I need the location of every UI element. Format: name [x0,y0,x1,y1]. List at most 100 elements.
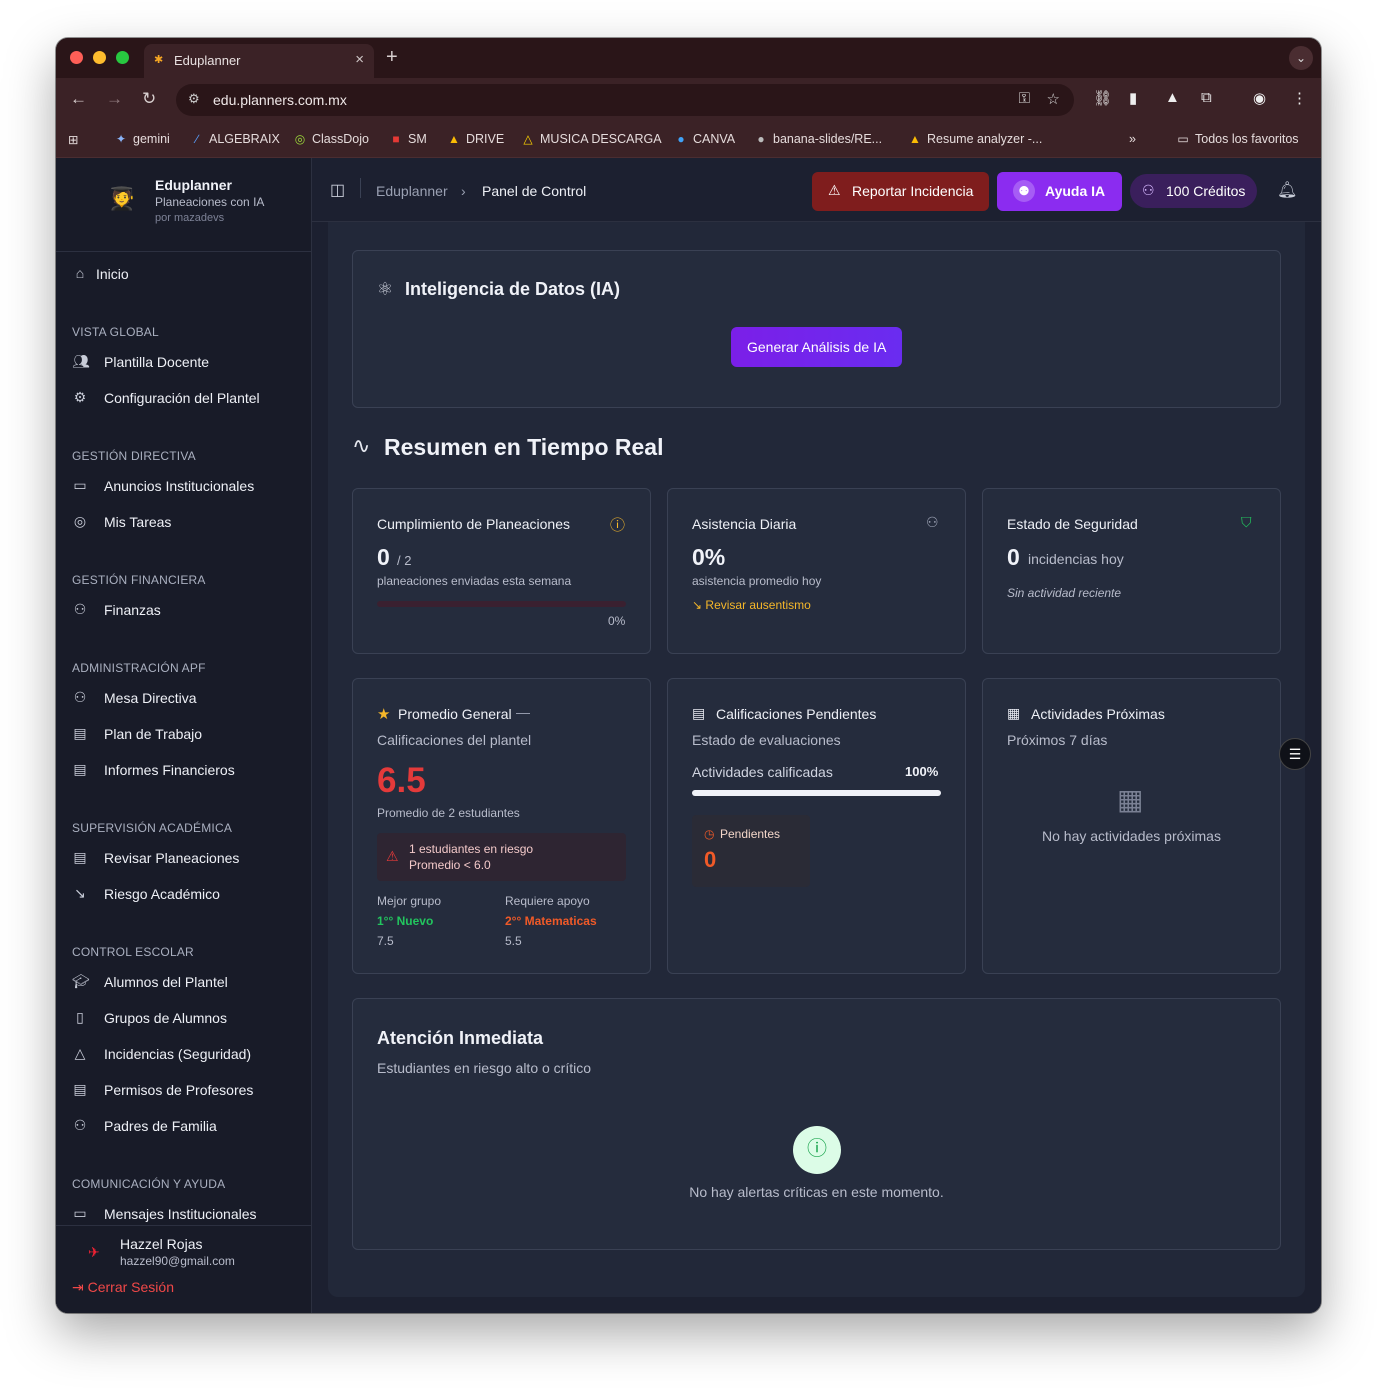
seguridad-note: Sin actividad reciente [1007,586,1122,600]
tab-title: Eduplanner [174,53,241,68]
brand-author: por mazadevs [155,212,225,224]
promedio-desc: Promedio de 2 estudiantes [377,806,520,820]
users-icon: ⚇ [926,514,939,530]
bookmark-label: Resume analyzer -... [927,132,1043,146]
actividades-title: Actividades Próximas [1031,706,1165,722]
bookmark-star-icon[interactable]: ☆ [1047,90,1060,108]
bookmark-classdojo[interactable]: ◎ ClassDojo [293,132,369,146]
ai-help-button[interactable]: ⚉ Ayuda IA [997,172,1122,211]
close-tab-icon[interactable]: × [355,51,364,68]
sidebar-toggle-icon[interactable]: ◫ [330,180,345,200]
reload-icon[interactable]: ↻ [142,89,156,109]
report-incident-button[interactable]: ⚠ Reportar Incidencia [812,172,989,211]
sidebar-item-label: Mensajes Institucionales [104,1206,257,1222]
bookmark-drive[interactable]: ▲ DRIVE [447,132,504,146]
drive-icon: ▲ [448,132,460,146]
pending-box: ◷ Pendientes 0 [692,815,810,887]
bookmark-label: gemini [133,132,170,146]
bookmark-gemini[interactable]: ✦ gemini [114,132,170,146]
clock-icon: ◷ [704,827,715,841]
seguridad-unit: incidencias hoy [1028,551,1124,567]
calificaciones-progress-fill [692,790,941,796]
sidebar-item-label: Informes Financieros [104,762,235,778]
home-icon: ⌂ [75,265,85,281]
bookmark-canva[interactable]: ● CANVA [674,132,735,146]
minus-icon: — [516,704,530,720]
sidebar-item-label: Mis Tareas [104,514,172,530]
atencion-subtitle: Estudiantes en riesgo alto o crítico [377,1060,592,1076]
floating-filter-icon[interactable]: ☰ [1279,738,1311,770]
app-header: ◫ Eduplanner › Panel de Control ⚠ Report… [312,158,1321,222]
bookmark-all-favorites[interactable]: ▭ Todos los favoritos [1176,132,1298,146]
tab-bar: ✱ Eduplanner × + ⌄ [56,38,1321,78]
close-window-button[interactable] [70,51,83,64]
tab-search-chevron-icon[interactable]: ⌄ [1289,46,1313,70]
review-absence-label: Revisar ausentismo [705,598,811,612]
pending-value: 0 [704,847,717,872]
extension-triangle-icon[interactable]: ▲ [1165,89,1180,106]
more-bookmarks-icon[interactable]: » [1129,132,1136,146]
eduplanner-logo-icon: 🧑‍🎓 [108,186,136,211]
alert-triangle-icon: ⚠ [386,848,399,864]
best-group-name: 1°° Nuevo [377,914,434,928]
minimize-window-button[interactable] [93,51,106,64]
back-arrow-icon[interactable]: ← [70,89,87,109]
section-administracion-apf: ADMINISTRACIÓN APF [72,661,206,675]
report-incident-label: Reportar Incidencia [852,183,974,199]
extension-doc-icon[interactable]: ▮ [1129,89,1137,107]
forward-arrow-icon[interactable]: → [106,89,123,109]
sm-icon: ■ [392,132,400,146]
calificaciones-subtitle: Estado de evaluaciones [692,732,841,748]
apps-grid-icon[interactable]: ⊞ [68,132,78,147]
section-vista-global: VISTA GLOBAL [72,325,159,339]
atencion-card: Atención Inmediata Estudiantes en riesgo… [352,998,1281,1250]
sidebar-item-label: Plan de Trabajo [104,726,203,742]
review-absence-link[interactable]: ↘ Revisar ausentismo [692,598,811,612]
maximize-window-button[interactable] [116,51,129,64]
bell-icon[interactable]: 🔔︎ [1277,180,1297,200]
message-square-icon: ▭ [73,1205,87,1221]
bookmark-resume[interactable]: ▲ Resume analyzer -... [908,132,1042,146]
coins-icon: ⚇ [73,601,87,617]
browser-tab[interactable]: ✱ Eduplanner × [144,44,374,78]
clipboard-icon: ▤ [73,725,87,741]
users-icon: 👥︎ [72,353,90,369]
drive-icon: ▲ [909,132,921,146]
bot-icon: ⚉ [1013,180,1035,202]
credits-badge[interactable]: ⚇ 100 Créditos [1130,174,1257,208]
sidebar-item-label: Incidencias (Seguridad) [104,1046,252,1062]
breadcrumb-current: Panel de Control [482,183,587,199]
actividades-subtitle: Próximos 7 días [1007,732,1108,748]
calificaciones-title: Calificaciones Pendientes [716,706,877,722]
risk-alert-box: ⚠ 1 estudiantes en riesgo Promedio < 6.0 [377,833,626,881]
calificaciones-progress-track [692,790,941,796]
logout-button[interactable]: ⇥ Cerrar Sesión [72,1279,174,1296]
planeaciones-title: Cumplimiento de Planeaciones [377,516,570,532]
browser-menu-icon[interactable]: ⋮ [1292,89,1307,107]
bookmark-banana[interactable]: ● banana-slides/RE... [754,132,882,146]
url-text: edu.planners.com.mx [213,92,347,108]
seguridad-value: 0 [1007,544,1020,570]
bookmark-algebraix[interactable]: ∕ ALGEBRAIX [190,132,280,146]
extensions-puzzle-icon[interactable]: ⧉ [1201,89,1212,106]
breadcrumb-root[interactable]: Eduplanner [376,183,448,199]
generate-ai-analysis-button[interactable]: Generar Análisis de IA [731,327,902,367]
summary-title: Resumen en Tiempo Real [384,434,664,460]
algebraix-icon: ∕ [195,132,198,146]
bookmark-sm[interactable]: ■ SM [389,132,426,146]
password-key-icon[interactable]: ⚿ [1019,90,1030,107]
bookmark-musica[interactable]: △ MUSICA DESCARGA [521,132,661,146]
section-gestion-directiva: GESTIÓN DIRECTIVA [72,449,196,463]
trending-down-icon: ↘ [692,598,703,612]
new-tab-icon[interactable]: + [386,46,398,69]
profile-avatar-icon[interactable]: ◉ [1253,89,1266,107]
message-square-icon: ▭ [73,477,87,493]
musica-icon: △ [523,132,533,146]
asistencia-value: 0% [692,544,726,570]
sidebar: 🧑‍🎓 Eduplanner Planeaciones con IA por m… [56,158,312,1313]
site-settings-icon[interactable]: ⚙ [188,91,200,107]
planeaciones-percent: 0% [608,614,626,628]
extension-link-icon[interactable]: ⛓ [1093,89,1112,107]
avatar[interactable]: ✈ [88,1244,100,1261]
address-bar[interactable]: ⚙ edu.planners.com.mx ⚿ ☆ [176,84,1074,116]
